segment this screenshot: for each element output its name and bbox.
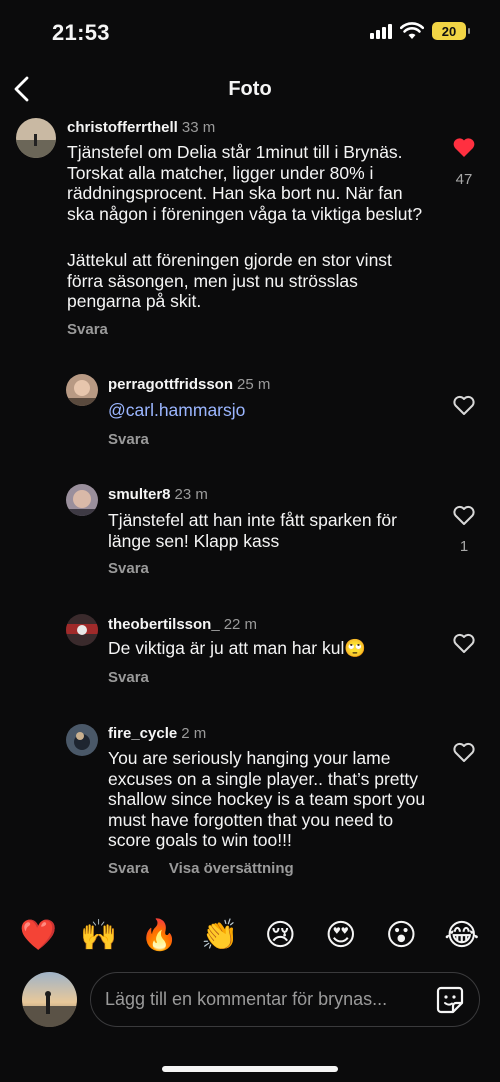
comment-text: Tjänstefel om Delia står 1minut till i B… [67, 142, 423, 224]
header: Foto [0, 64, 500, 114]
main-comment: christofferrthell 33 m Tjänstefel om Deli… [0, 114, 500, 344]
avatar[interactable] [66, 374, 98, 406]
reply-comment: theobertilsson_ 22 m De viktiga är ju att… [0, 610, 500, 700]
avatar[interactable] [66, 724, 98, 756]
comment-header: perragottfridsson 25 m [108, 376, 428, 394]
heart-outline-icon[interactable] [452, 394, 476, 416]
reply-button[interactable]: Svara [108, 669, 149, 686]
emoji-surprised[interactable]: 😮 [380, 921, 422, 951]
composer-avatar [22, 972, 77, 1027]
reply-button[interactable]: Svara [108, 860, 149, 877]
heart-outline-icon[interactable] [452, 632, 476, 654]
username[interactable]: perragottfridsson [108, 376, 233, 393]
comment-header: smulter8 23 m [108, 486, 428, 504]
emoji-quick-bar: ❤️ 🙌 🔥 👏 😢 😍 😮 😂 [0, 912, 500, 960]
status-time: 21:53 [52, 20, 110, 45]
emoji-heart-eyes[interactable]: 😍 [320, 921, 362, 951]
reply-button[interactable]: Svara [108, 431, 149, 448]
avatar[interactable] [66, 614, 98, 646]
translate-button[interactable]: Visa översättning [169, 860, 294, 877]
reply-comment: smulter8 23 m Tjänstefel att han inte fåt… [0, 480, 500, 590]
comment-header: christofferrthell 33 m [67, 119, 437, 137]
battery-icon: 20 [432, 22, 470, 40]
username[interactable]: smulter8 [108, 486, 171, 503]
comment-input[interactable]: Lägg till en kommentar för brynas... [90, 972, 480, 1027]
reply-button[interactable]: Svara [108, 560, 149, 577]
comment-header: theobertilsson_ 22 m [108, 616, 428, 634]
comment-input-placeholder: Lägg till en kommentar för brynas... [105, 989, 388, 1009]
emoji-heart[interactable]: ❤️ [17, 921, 59, 951]
like-count: 47 [455, 171, 473, 188]
emoji-clap[interactable]: 👏 [199, 921, 241, 951]
home-indicator [162, 1066, 338, 1072]
reply-comment: perragottfridsson 25 m @carl.hammarsjo Sv… [0, 370, 500, 460]
page-title: Foto [228, 78, 272, 100]
comment-text: Tjänstefel att han inte fått sparken för… [108, 510, 397, 551]
timestamp: 33 m [181, 119, 216, 136]
username[interactable]: fire_cycle [108, 725, 177, 742]
username[interactable]: theobertilsson_ [108, 616, 220, 633]
timestamp: 23 m [174, 486, 208, 503]
heart-filled-icon[interactable] [452, 136, 476, 158]
sticker-icon[interactable] [435, 985, 465, 1015]
comment-header: fire_cycle 2 m [108, 725, 428, 743]
wifi-icon [400, 22, 424, 39]
reply-button[interactable]: Svara [67, 321, 108, 338]
emoji-fire[interactable]: 🔥 [138, 921, 180, 951]
cellular-signal-icon [370, 23, 392, 39]
comment-actions: Svara Visa översättning [108, 860, 294, 878]
heart-outline-icon[interactable] [452, 504, 476, 526]
comment-text-paragraph-2: Jättekul att föreningen gjorde en stor v… [67, 250, 392, 311]
timestamp: 2 m [181, 725, 207, 742]
emoji-raised-hands[interactable]: 🙌 [78, 921, 120, 951]
emoji-crying[interactable]: 😢 [259, 921, 301, 951]
status-bar: 21:53 20 [0, 0, 500, 64]
status-icons: 20 [370, 22, 470, 40]
comment-text: De viktiga är ju att man har kul🙄 [108, 638, 367, 658]
mention-link[interactable]: @carl.hammarsjo [108, 400, 428, 421]
emoji-laughing[interactable]: 😂 [441, 921, 483, 951]
comment-text: You are seriously hanging your lame excu… [108, 748, 426, 850]
timestamp: 22 m [223, 616, 258, 633]
timestamp: 25 m [237, 376, 271, 393]
username[interactable]: christofferrthell [67, 119, 178, 136]
heart-outline-icon[interactable] [452, 741, 476, 763]
comment-composer: Lägg till en kommentar för brynas... [0, 966, 500, 1036]
avatar[interactable] [66, 484, 98, 516]
like-count: 1 [459, 538, 469, 555]
reply-comment: fire_cycle 2 m You are seriously hanging … [0, 720, 500, 890]
avatar[interactable] [16, 118, 56, 158]
